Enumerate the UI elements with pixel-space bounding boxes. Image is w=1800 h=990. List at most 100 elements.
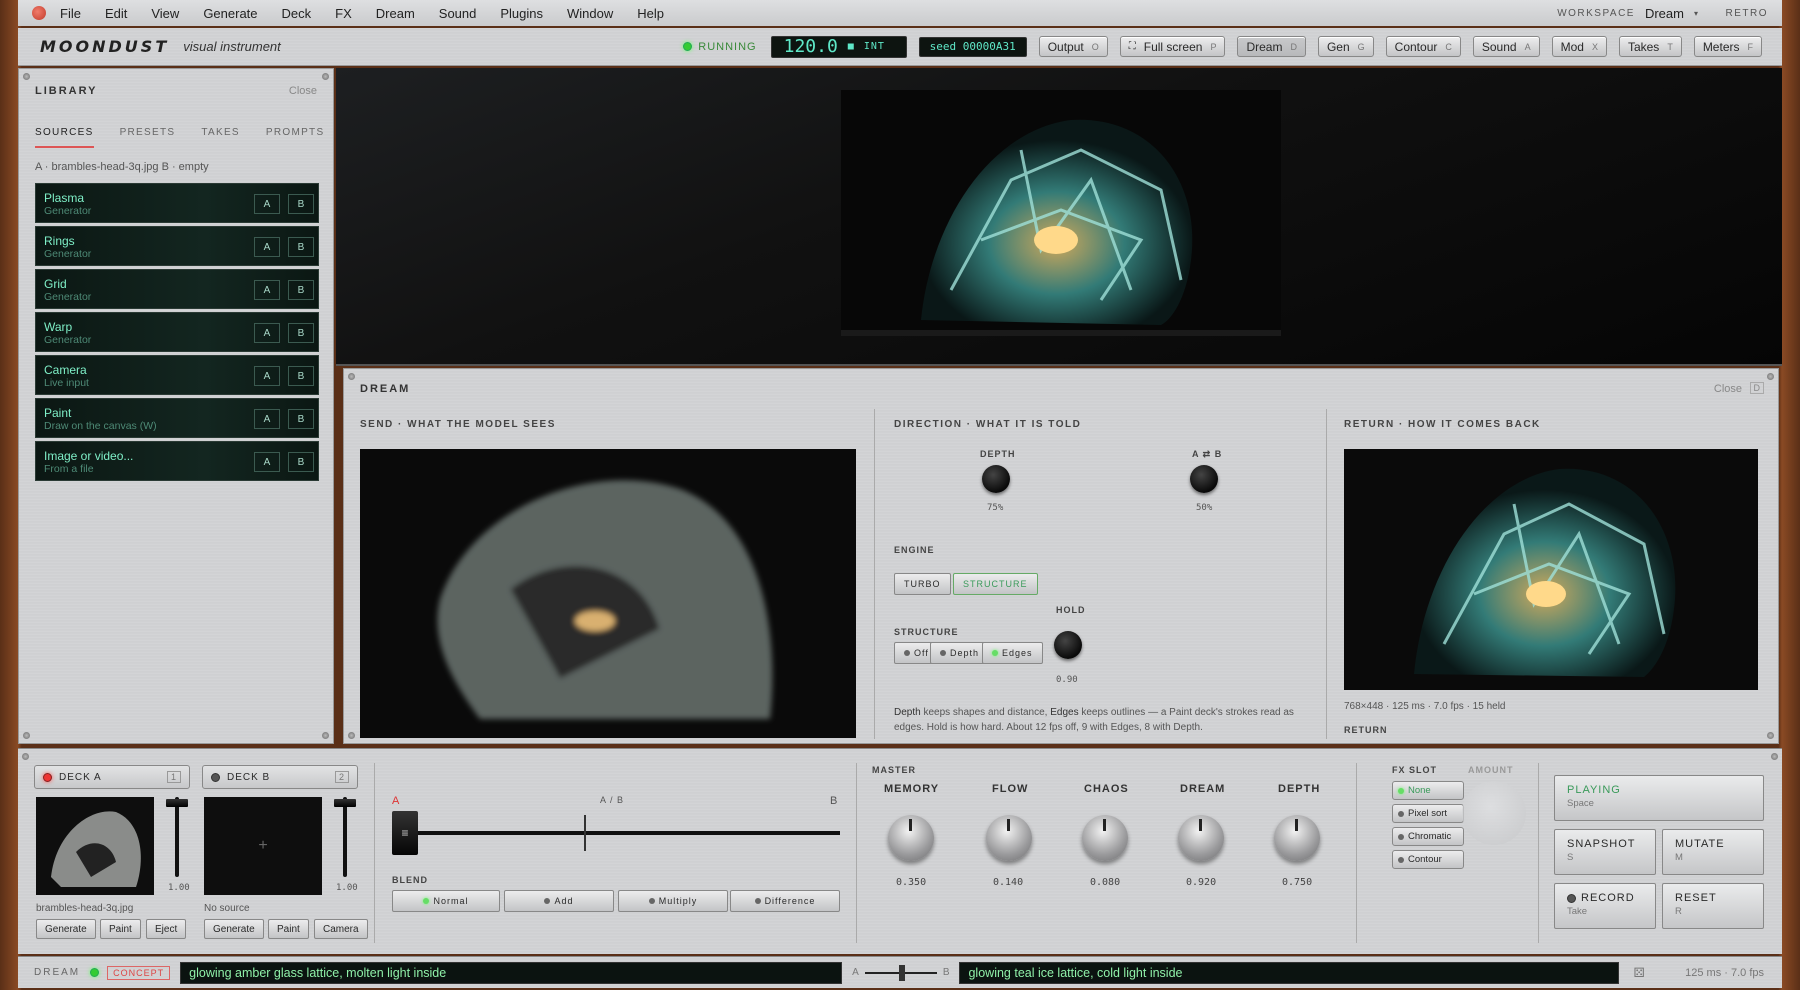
takes-button[interactable]: Takes T	[1618, 36, 1682, 57]
seed-display[interactable]: seed 00000A31	[918, 36, 1027, 57]
deck-b-paint-button[interactable]: Paint	[268, 919, 309, 939]
crossfader-handle[interactable]: ≡	[392, 811, 418, 855]
record-button[interactable]: RECORD Take	[1554, 883, 1656, 929]
load-b-button[interactable]: B	[288, 409, 314, 429]
menu-fx[interactable]: FX	[335, 6, 352, 21]
menu-help[interactable]: Help	[637, 6, 664, 21]
dice-icon[interactable]: ⚄	[1633, 965, 1644, 981]
dream-close-button[interactable]: Close	[1714, 383, 1742, 395]
gen-button[interactable]: Gen G	[1317, 36, 1374, 57]
memory-knob[interactable]	[888, 815, 934, 861]
deck-a-fader[interactable]	[164, 797, 190, 887]
load-a-button[interactable]: A	[254, 366, 280, 386]
fx-pixel-sort-button[interactable]: Pixel sort	[1392, 804, 1464, 823]
load-a-button[interactable]: A	[254, 194, 280, 214]
deck-b-fader[interactable]	[332, 797, 358, 887]
concept-toggle[interactable]: CONCEPT	[107, 965, 171, 980]
contour-button[interactable]: Contour C	[1385, 36, 1461, 57]
engine-turbo-button[interactable]: TURBO	[894, 573, 951, 595]
load-a-button[interactable]: A	[254, 237, 280, 257]
chaos-knob[interactable]	[1082, 815, 1128, 861]
prompt-crossfader-handle[interactable]	[898, 964, 905, 981]
menu-file[interactable]: File	[60, 6, 81, 21]
deck-a-thumbnail[interactable]	[36, 797, 154, 895]
fx-none-button[interactable]: None	[1392, 781, 1464, 800]
tab-takes[interactable]: TAKES	[201, 127, 240, 148]
deck-b-generate-button[interactable]: Generate	[204, 919, 264, 939]
blend-add-button[interactable]: Add	[504, 890, 614, 912]
dream-button[interactable]: Dream D	[1237, 36, 1306, 57]
ab-knob[interactable]	[1190, 465, 1218, 493]
fx-amount-knob[interactable]	[1462, 781, 1526, 845]
mutate-button[interactable]: MUTATE M	[1662, 829, 1764, 875]
load-a-button[interactable]: A	[254, 409, 280, 429]
tab-sources[interactable]: SOURCES	[35, 127, 94, 148]
app-logo-icon[interactable]	[32, 6, 46, 20]
engine-structure-button[interactable]: STRUCTURE	[953, 573, 1038, 595]
hold-knob[interactable]	[1054, 631, 1082, 659]
retro-toggle[interactable]: RETRO	[1726, 8, 1769, 19]
bpm-display[interactable]: 120.0 ■ INT	[770, 35, 907, 58]
structure-depth-button[interactable]: Depth	[930, 642, 990, 664]
output-viewer[interactable]	[336, 68, 1782, 366]
dream-knob[interactable]	[1178, 815, 1224, 861]
prompt-a-input[interactable]: glowing amber glass lattice, molten ligh…	[180, 961, 843, 984]
menu-sound[interactable]: Sound	[439, 6, 477, 21]
depth-knob[interactable]	[982, 465, 1010, 493]
menu-window[interactable]: Window	[567, 6, 613, 21]
fullscreen-button[interactable]: ⛶ Full screen P	[1119, 36, 1226, 57]
deck-a-header[interactable]: DECK A 1	[34, 765, 190, 789]
mod-button[interactable]: Mod X	[1551, 36, 1607, 57]
fx-chromatic-button[interactable]: Chromatic	[1392, 827, 1464, 846]
load-a-button[interactable]: A	[254, 452, 280, 472]
load-b-button[interactable]: B	[288, 366, 314, 386]
blend-normal-button[interactable]: Normal	[392, 890, 500, 912]
output-button[interactable]: Output O	[1038, 36, 1108, 57]
blend-multiply-button[interactable]: Multiply	[618, 890, 728, 912]
load-b-button[interactable]: B	[288, 280, 314, 300]
menu-generate[interactable]: Generate	[203, 6, 257, 21]
list-item[interactable]: Image or video... From a file A B	[35, 441, 319, 481]
load-b-button[interactable]: B	[288, 237, 314, 257]
tab-presets[interactable]: PRESETS	[120, 127, 176, 148]
list-item[interactable]: Rings Generator A B	[35, 226, 319, 266]
menu-plugins[interactable]: Plugins	[500, 6, 543, 21]
chevron-down-icon[interactable]: ▾	[1694, 9, 1700, 18]
library-close-button[interactable]: Close	[289, 85, 317, 97]
load-b-button[interactable]: B	[288, 323, 314, 343]
prompt-b-input[interactable]: glowing teal ice lattice, cold light ins…	[959, 961, 1620, 984]
crossfader[interactable]: ≡	[390, 811, 840, 855]
snapshot-button[interactable]: SNAPSHOT S	[1554, 829, 1656, 875]
meters-button[interactable]: Meters F	[1693, 36, 1762, 57]
load-a-button[interactable]: A	[254, 323, 280, 343]
fader-cap[interactable]	[334, 799, 356, 807]
fader-cap[interactable]	[166, 799, 188, 807]
load-b-button[interactable]: B	[288, 452, 314, 472]
deck-a-paint-button[interactable]: Paint	[100, 919, 141, 939]
prompt-crossfader[interactable]	[864, 964, 937, 981]
sound-button[interactable]: Sound A	[1472, 36, 1540, 57]
deck-a-eject-button[interactable]: Eject	[146, 919, 187, 939]
deck-a-generate-button[interactable]: Generate	[36, 919, 96, 939]
flow-knob[interactable]	[986, 815, 1032, 861]
menu-view[interactable]: View	[151, 6, 179, 21]
playing-button[interactable]: PLAYING Space	[1554, 775, 1764, 821]
workspace-select[interactable]: Dream	[1645, 6, 1684, 21]
menu-edit[interactable]: Edit	[105, 6, 127, 21]
clock-mode[interactable]: INT	[864, 41, 885, 52]
menu-deck[interactable]: Deck	[282, 6, 312, 21]
blend-difference-button[interactable]: Difference	[730, 890, 840, 912]
load-b-button[interactable]: B	[288, 194, 314, 214]
list-item[interactable]: Warp Generator A B	[35, 312, 319, 352]
list-item[interactable]: Plasma Generator A B	[35, 183, 319, 223]
deck-b-camera-button[interactable]: Camera	[314, 919, 368, 939]
fx-contour-button[interactable]: Contour	[1392, 850, 1464, 869]
deck-b-header[interactable]: DECK B 2	[202, 765, 358, 789]
deck-b-empty-slot[interactable]: +	[204, 797, 322, 895]
list-item[interactable]: Grid Generator A B	[35, 269, 319, 309]
structure-edges-button[interactable]: Edges	[982, 642, 1043, 664]
reset-button[interactable]: RESET R	[1662, 883, 1764, 929]
tab-prompts[interactable]: PROMPTS	[266, 127, 325, 148]
list-item[interactable]: Paint Draw on the canvas (W) A B	[35, 398, 319, 438]
menu-dream[interactable]: Dream	[376, 6, 415, 21]
